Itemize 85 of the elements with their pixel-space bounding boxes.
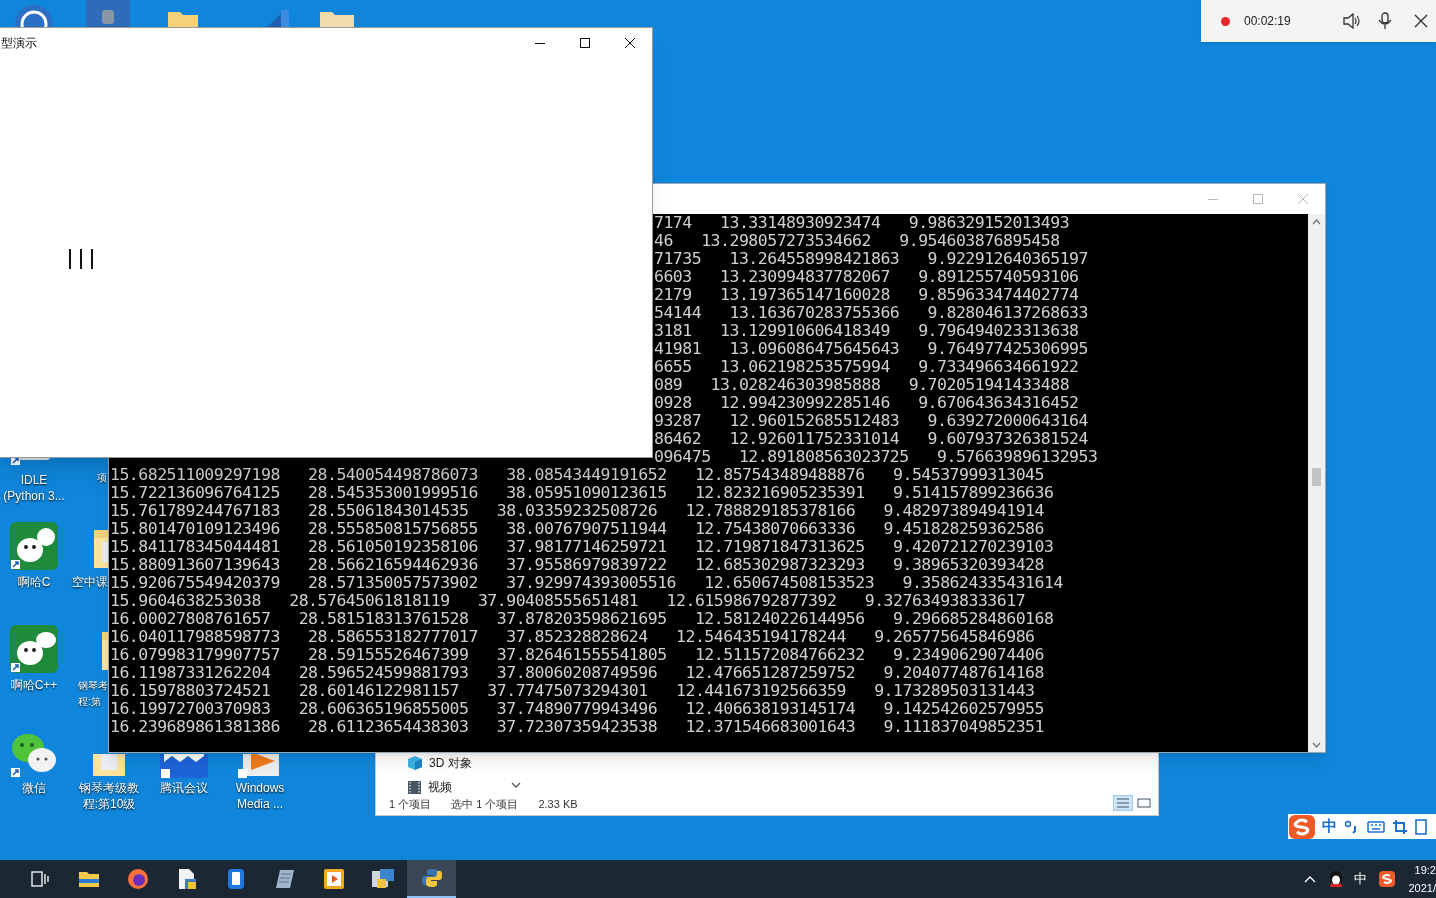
console-line: 46 13.298057273534662 9.954603876895458: [653, 232, 1061, 250]
console-line: 41981 13.096086475645643 9.764977425306995: [653, 340, 1089, 358]
console-line: 86462 12.926011752331014 9.607937326381524: [653, 430, 1089, 448]
python-icon: [421, 868, 442, 888]
folder-icon: [77, 870, 100, 888]
nav-item[interactable]: 视频: [406, 775, 474, 799]
penguin-icon[interactable]: [1328, 870, 1345, 888]
console-line: 15.761789244767183 28.55061843014535 38.03359232508726 12.788829185378166 9.482973894941914: [109, 502, 1045, 520]
console-line: 15.841178345044481 28.561050192358106 37.98177146259721 12.719871847313625 9.420721270239103: [109, 538, 1055, 556]
close-icon[interactable]: [1413, 14, 1428, 28]
status-text: 1 个项目: [389, 797, 432, 812]
microphone-icon[interactable]: [1377, 12, 1392, 30]
desktop-icon-label[interactable]: 钢琴考 程:第: [78, 678, 108, 710]
chevron-down-icon[interactable]: [511, 781, 521, 789]
scroll-down-icon[interactable]: [1312, 742, 1321, 748]
recording-time: 00:02:19: [1244, 13, 1291, 30]
desktop-icon-label[interactable]: 空中课: [72, 574, 108, 590]
console-line: 16.15978803724521 28.60146122981157 37.77475073294301 12.441673192566359 9.173289503131443: [109, 682, 1036, 700]
video-player-icon: [323, 869, 344, 889]
notepad-icon: [273, 869, 296, 889]
phone-icon: [226, 868, 245, 890]
console-line: 096475 12.891808563023725 9.576639896132953: [653, 448, 1099, 466]
clock[interactable]: 19:2 2021/: [1408, 860, 1436, 898]
input-method-logo-icon[interactable]: [1289, 814, 1315, 839]
desktop-icon-label[interactable]: 微信: [0, 780, 71, 796]
scroll-up-icon[interactable]: [1312, 219, 1321, 225]
console-line: 3181 13.129910606418349 9.796494023313638: [653, 322, 1080, 340]
tiles-view-icon[interactable]: [1135, 795, 1153, 811]
console-line: 0928 12.994230992285146 9.670643634316452: [653, 394, 1080, 412]
console-line: 15.9604638253038 28.57645061818119 37.90408555651481 12.615986792877392 9.327634938333617: [109, 592, 1027, 610]
vertical-bars-drawing: [68, 249, 95, 269]
console-line: 6655 13.062198253575994 9.733496634661922: [653, 358, 1080, 376]
console-line: 15.722136096764125 28.545353001999516 38.05951090123615 12.823216905235391 9.514157899236636: [109, 484, 1055, 502]
task-view-icon: [30, 871, 49, 887]
desktop-icon-label[interactable]: Windows Media ...: [222, 780, 298, 812]
console-line: 16.239689861381386 28.61123654438303 37.72307359423538 12.371546683001643 9.111837049852351: [109, 718, 1045, 736]
console-line: 93287 12.960152685512483 9.639272000643164: [653, 412, 1089, 430]
scrollbar-thumb[interactable]: [1312, 468, 1321, 486]
console-line: 16.19972700370983 28.606365196855005 37.74890779943496 12.406638193145174 9.142542602579955: [109, 700, 1045, 718]
console-line: 16.11987331262204 28.596524599881793 37.80060208749596 12.476651287259752 9.204077487614168: [109, 664, 1045, 682]
desktop-icon-label[interactable]: 钢琴考级教 程:第10级: [71, 780, 147, 812]
console-line: 15.880913607139643 28.566216594462936 37.95586979839722 12.685302987323293 9.38965320393428: [109, 556, 1045, 574]
input-method-logo-icon[interactable]: [1379, 871, 1396, 887]
console-line: 2179 13.197365147160028 9.859633474402774: [653, 286, 1080, 304]
panel-icon[interactable]: [1415, 818, 1427, 835]
taskbar-app-button[interactable]: [407, 860, 456, 898]
console-line: 54144 13.163670283755366 9.828046137268633: [653, 304, 1089, 322]
console-line: 15.801470109123496 28.555850815756855 38.00767907511944 12.75438070663336 9.451828259362586: [109, 520, 1045, 538]
document-icon: [176, 868, 197, 890]
nav-item[interactable]: 3D 对象: [406, 751, 474, 775]
window-title: 型演示: [0, 34, 37, 52]
close-icon: [624, 37, 635, 48]
console-line: 16.00027808761657 28.581518313761528 37.878203598621695 12.581240226144956 9.296685284860168: [109, 610, 1055, 628]
console-line: 15.682511009297198 28.540054498786073 38.08543449191652 12.857543489488876 9.54537999313045: [109, 466, 1045, 484]
close-icon: [1297, 194, 1308, 204]
console-line: 7174 13.33148930923474 9.986329152013493: [653, 214, 1071, 232]
cube-icon: [408, 756, 422, 770]
keyboard-icon[interactable]: [1367, 819, 1385, 834]
console-line: 089 13.028246303985888 9.702051941433488: [653, 376, 1071, 394]
status-text: 选中 1 个项目: [451, 797, 519, 812]
desktop-icon-label[interactable]: 啊哈C++: [0, 677, 71, 693]
meeting-app-icon[interactable]: [160, 754, 208, 778]
console-line: 16.079983179907757 28.59155526467399 37.826461555541805 12.511572084766232 9.23490629074406: [109, 646, 1045, 664]
input-mode-toggle[interactable]: 中: [1322, 815, 1337, 838]
console-line: 16.040117988598773 28.586553182777017 37.852328828624 12.546435194178244 9.265775645846986: [109, 628, 1036, 646]
console-line: 71735 13.264558998421863 9.922912640365197: [653, 250, 1089, 268]
cartoon-app-icon[interactable]: [10, 522, 58, 570]
browser-icon: [126, 868, 149, 890]
input-mode-indicator[interactable]: 中: [1354, 869, 1368, 889]
desktop-icon-label[interactable]: 项: [97, 470, 108, 486]
chevron-up-icon[interactable]: [1304, 875, 1317, 883]
speaker-icon[interactable]: [1342, 13, 1361, 29]
console-line: 15.920675549420379 28.571350057573902 37.929974393005516 12.650674508153523 9.358624335431614: [109, 574, 1064, 592]
desktop-icon-label[interactable]: 腾讯会议: [146, 780, 222, 796]
desktop-icon-label[interactable]: 啊哈C: [0, 574, 71, 590]
console-line: 6603 13.230994837782067 9.891255740593106: [653, 268, 1080, 286]
app-icon: [370, 868, 395, 890]
cartoon-app-icon[interactable]: [10, 625, 58, 673]
status-text: 2.33 KB: [538, 797, 578, 812]
film-icon: [408, 780, 421, 794]
maximize-icon: [1252, 194, 1263, 204]
maximize-icon: [579, 37, 590, 48]
crop-icon[interactable]: [1392, 818, 1408, 835]
desktop-icon-label[interactable]: IDLE (Python 3...: [0, 472, 71, 504]
scrollbar[interactable]: [1308, 214, 1325, 752]
